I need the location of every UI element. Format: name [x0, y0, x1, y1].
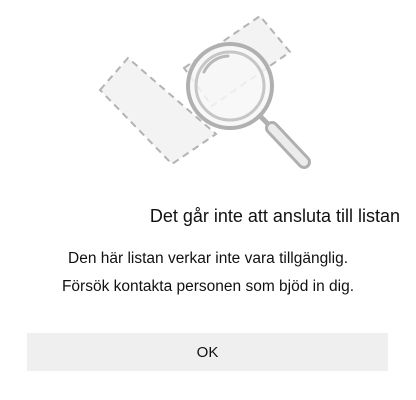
broken-list-magnifier-icon [98, 14, 311, 169]
dialog-message-line-2: Försök kontakta personen som bjöd in dig… [61, 278, 355, 295]
dialog-title: Det går inte att ansluta till listan [149, 206, 400, 226]
ok-button[interactable]: OK [27, 333, 388, 371]
dialog-message-line-1: Den här listan verkar inte vara tillgäng… [68, 250, 348, 267]
error-dialog: Det går inte att ansluta till listan Den… [0, 0, 416, 400]
